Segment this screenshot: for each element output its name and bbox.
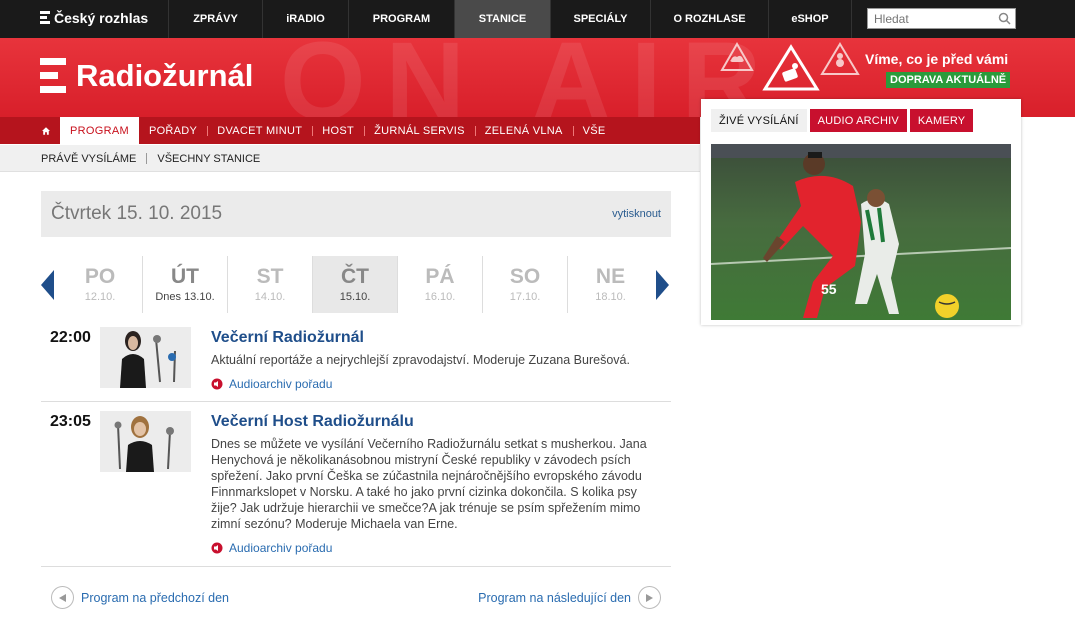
sub-nav: PRÁVĚ VYSÍLÁME VŠECHNY STANICE	[0, 145, 700, 172]
traffic-widget[interactable]: Víme, co je před vámi DOPRAVA AKTUÁLNĚ	[720, 42, 1020, 92]
nav-item-program[interactable]: PROGRAM	[60, 117, 139, 144]
current-date: Čtvrtek 15. 10. 2015	[51, 203, 223, 224]
home-link[interactable]	[32, 117, 60, 144]
tab-zive-vysilani[interactable]: ŽIVÉ VYSÍLÁNÍ	[711, 109, 807, 132]
day-abbr: PÁ	[425, 265, 455, 288]
day-date: 14.10.	[254, 291, 286, 303]
topnav-item-iradio[interactable]: iRADIO	[262, 0, 348, 38]
audioarchive-link[interactable]: Audioarchiv pořadu	[211, 377, 332, 391]
day-tab-ct[interactable]: ČT 15.10.	[313, 256, 398, 313]
next-week-arrow-icon[interactable]	[655, 270, 669, 300]
program-description: Aktuální reportáže a nejrychlejší zpravo…	[211, 353, 630, 367]
presenter-photo	[100, 411, 191, 472]
topnav-item-program[interactable]: PROGRAM	[348, 0, 454, 38]
day-abbr: SO	[509, 265, 541, 288]
next-day-link[interactable]: Program na následující den	[478, 586, 661, 609]
traffic-warning-icon	[762, 44, 820, 91]
tab-audio-archiv[interactable]: AUDIO ARCHIV	[809, 109, 907, 132]
nav-item-zelena-vlna[interactable]: ZELENÁ VLNA	[474, 117, 573, 144]
station-title: Radiožurnál	[76, 58, 254, 93]
prev-day-label: Program na předchozí den	[81, 590, 230, 605]
audioarchive-label: Audioarchiv pořadu	[229, 377, 333, 391]
day-abbr: ČT	[341, 265, 369, 288]
nav-item-dvacet-minut[interactable]: DVACET MINUT	[207, 117, 312, 144]
snow-warning-icon	[820, 42, 860, 75]
subnav-item-prave-vysilame[interactable]: PRÁVĚ VYSÍLÁME	[41, 153, 136, 165]
program-time: 22:00	[50, 329, 91, 346]
program-photo[interactable]	[100, 411, 191, 472]
day-tab-po[interactable]: PO 12.10.	[58, 256, 143, 313]
player-number: 55	[821, 281, 837, 297]
live-panel: ŽIVÉ VYSÍLÁNÍ AUDIO ARCHIV KAMERY 55	[701, 99, 1021, 325]
cesky-rozhlas-logo[interactable]: Český rozhlas	[40, 10, 148, 26]
search-icon[interactable]	[998, 12, 1011, 25]
topnav-item-specialy[interactable]: SPECIÁLY	[550, 0, 650, 38]
search-input[interactable]	[868, 9, 988, 28]
station-logo[interactable]: Radiožurnál	[40, 58, 253, 94]
audioarchive-label: Audioarchiv pořadu	[229, 541, 333, 555]
program-time: 23:05	[50, 413, 91, 430]
weather-warning-icon	[720, 42, 754, 71]
prev-arrow-icon	[51, 586, 74, 609]
topnav-item-eshop[interactable]: eSHOP	[768, 0, 852, 38]
search-box	[867, 8, 1016, 29]
program-item: 22:00 Večerní Radiožurnál Aktuální repor…	[41, 325, 671, 402]
topnav-item-zpravy[interactable]: ZPRÁVY	[168, 0, 262, 38]
football-match-image: 55	[711, 144, 1011, 320]
date-header: Čtvrtek 15. 10. 2015 vytisknout	[41, 191, 671, 237]
cro-logo-icon	[40, 11, 50, 25]
audioarchive-link[interactable]: Audioarchiv pořadu	[211, 541, 332, 555]
live-panel-tabs: ŽIVÉ VYSÍLÁNÍ AUDIO ARCHIV KAMERY	[711, 109, 974, 132]
day-date: 17.10.	[509, 291, 541, 303]
day-date: 15.10.	[339, 291, 371, 303]
topnav-item-o-rozhlase[interactable]: O ROZHLASE	[650, 0, 768, 38]
day-tab-ne[interactable]: NE 18.10.	[568, 256, 653, 313]
traffic-tagline: Víme, co je před vámi	[865, 51, 1009, 67]
nav-item-host[interactable]: HOST	[312, 117, 364, 144]
speaker-icon	[211, 542, 223, 554]
nav-item-vse[interactable]: VŠE	[572, 117, 616, 144]
subnav-item-vsechny-stanice[interactable]: VŠECHNY STANICE	[157, 153, 260, 165]
program-title[interactable]: Večerní Host Radiožurnálu	[211, 413, 414, 431]
program-title[interactable]: Večerní Radiožurnál	[211, 329, 364, 347]
day-date: 16.10.	[424, 291, 456, 303]
global-topbar: Český rozhlas ZPRÁVY iRADIO PROGRAM STAN…	[0, 0, 1075, 38]
day-date: 12.10.	[84, 291, 116, 303]
global-nav: ZPRÁVY iRADIO PROGRAM STANICE SPECIÁLY O…	[168, 0, 852, 38]
tab-kamery[interactable]: KAMERY	[909, 109, 974, 132]
topnav-item-stanice[interactable]: STANICE	[454, 0, 550, 38]
day-tab-st[interactable]: ST 14.10.	[228, 256, 313, 313]
nav-item-porady[interactable]: POŘADY	[139, 117, 207, 144]
day-abbr: NE	[595, 265, 626, 288]
print-link[interactable]: vytisknout	[612, 208, 661, 220]
live-video-player[interactable]: 55	[711, 144, 1011, 320]
brand-label: Český rozhlas	[54, 10, 149, 26]
presenter-photo	[100, 327, 191, 388]
program-description: Dnes se můžete ve vysílání Večerního Rad…	[211, 437, 647, 531]
program-photo[interactable]	[100, 327, 191, 388]
day-tab-ut[interactable]: ÚT Dnes 13.10.	[143, 256, 228, 313]
day-selector: PO 12.10. ÚT Dnes 13.10. ST 14.10. ČT 15.10.…	[41, 256, 671, 314]
speaker-icon	[211, 378, 223, 390]
station-nav: PROGRAM POŘADY DVACET MINUT HOST ŽURNÁL …	[0, 117, 700, 144]
day-abbr: PO	[84, 265, 116, 288]
day-tab-so[interactable]: SO 17.10.	[483, 256, 568, 313]
radiozurnal-logo-icon	[40, 58, 66, 94]
home-icon	[42, 126, 50, 135]
day-abbr: ST	[256, 265, 284, 288]
subnav-divider	[146, 153, 148, 164]
day-date: Dnes 13.10.	[155, 291, 215, 303]
program-item: 23:05 Večerní Host Radiožurnálu Dnes se …	[41, 409, 671, 567]
day-tab-pa[interactable]: PÁ 16.10.	[398, 256, 483, 313]
traffic-badge[interactable]: DOPRAVA AKTUÁLNĚ	[886, 72, 1011, 88]
prev-day-link[interactable]: Program na předchozí den	[51, 586, 229, 609]
nav-item-zurnal-servis[interactable]: ŽURNÁL SERVIS	[364, 117, 475, 144]
day-date: 18.10.	[595, 291, 626, 303]
day-abbr: ÚT	[171, 265, 199, 288]
next-day-label: Program na následující den	[478, 590, 631, 605]
next-arrow-icon	[638, 586, 661, 609]
prev-week-arrow-icon[interactable]	[41, 270, 55, 300]
